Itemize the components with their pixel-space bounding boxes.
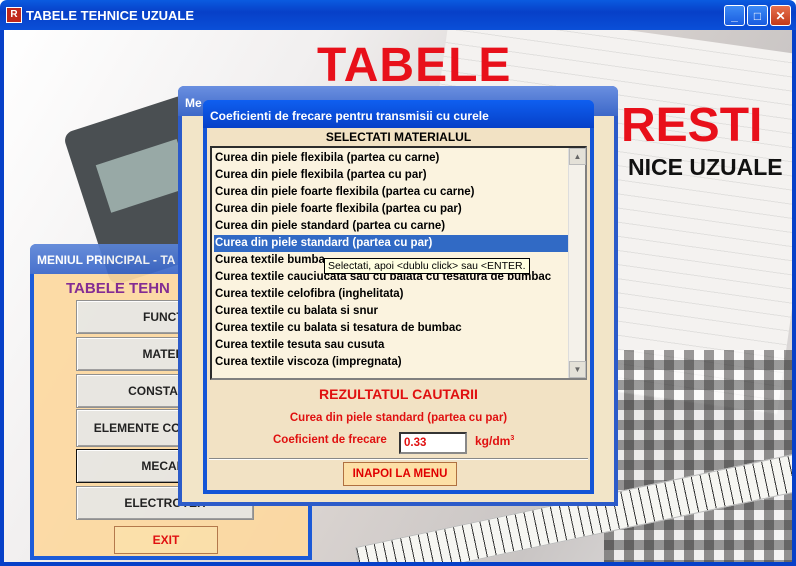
- app-icon: R: [6, 7, 22, 23]
- coefficient-field[interactable]: 0.33: [399, 432, 467, 454]
- main-menu-heading: TABELE TEHN: [66, 280, 170, 297]
- divider: [209, 458, 588, 460]
- material-list-item[interactable]: Curea din piele standard (partea cu par): [214, 235, 570, 252]
- window-title: TABELE TEHNICE UZUALE: [26, 7, 195, 23]
- maximize-button[interactable]: □: [747, 5, 768, 26]
- scroll-down-icon[interactable]: ▼: [569, 361, 586, 378]
- window-frame-bottom: [0, 562, 796, 566]
- background-title-line1: TABELE: [317, 39, 512, 92]
- material-list-item[interactable]: Curea textile tesuta sau cusuta: [214, 337, 570, 354]
- minimize-button[interactable]: _: [724, 5, 745, 26]
- listbox-scrollbar[interactable]: ▲ ▼: [568, 148, 586, 378]
- back-to-menu-button[interactable]: INAPOI LA MENU: [343, 462, 457, 486]
- window-frame-left: [0, 30, 4, 566]
- result-title: REZULTATUL CAUTARII: [319, 386, 478, 402]
- maximize-icon: □: [753, 8, 762, 23]
- window-frame-right: [792, 30, 796, 566]
- background-title-line2: RESTI: [621, 99, 763, 152]
- material-list-item[interactable]: Curea din piele flexibila (partea cu par…: [214, 167, 570, 184]
- coefficient-unit: kg/dm3: [475, 434, 514, 448]
- material-list-item[interactable]: Curea din piele standard (partea cu carn…: [214, 218, 570, 235]
- material-list-item[interactable]: Curea din piele foarte flexibila (partea…: [214, 201, 570, 218]
- close-button[interactable]: ✕: [770, 5, 791, 26]
- select-material-label: SELECTATI MATERIALUL: [325, 130, 472, 144]
- friction-dialog: Coeficienti de frecare pentru transmisii…: [203, 100, 594, 494]
- background-cloth-image: [604, 350, 792, 562]
- scroll-up-icon[interactable]: ▲: [569, 148, 586, 165]
- dialog-title[interactable]: Coeficienti de frecare pentru transmisii…: [203, 100, 594, 128]
- material-list-item[interactable]: Curea textile cu balata si snur: [214, 303, 570, 320]
- background-subtitle: NICE UZUALE: [628, 154, 783, 180]
- main-title-bar: R TABELE TEHNICE UZUALE _ □ ✕: [0, 0, 796, 30]
- coefficient-label: Coeficient de frecare: [273, 434, 387, 446]
- exit-button[interactable]: EXIT: [114, 526, 218, 554]
- tooltip: Selectati, apoi <dublu click> sau <ENTER…: [324, 258, 530, 274]
- material-list-item[interactable]: Curea textile cu balata si tesatura de b…: [214, 320, 570, 337]
- close-icon: ✕: [775, 8, 786, 23]
- coefficient-unit-text: kg/dm: [475, 434, 511, 448]
- dialog-body: SELECTATI MATERIALUL Curea din piele fle…: [207, 128, 590, 490]
- result-material: Curea din piele standard (partea cu par): [289, 412, 508, 424]
- coefficient-unit-exponent: 3: [510, 435, 515, 442]
- material-list-item[interactable]: Curea textile celofibra (inghelitata): [214, 286, 570, 303]
- material-list-item[interactable]: Curea din piele flexibila (partea cu car…: [214, 150, 570, 167]
- material-list-item[interactable]: Curea textile viscoza (impregnata): [214, 354, 570, 371]
- material-list-item[interactable]: Curea din piele foarte flexibila (partea…: [214, 184, 570, 201]
- minimize-icon: _: [731, 8, 738, 23]
